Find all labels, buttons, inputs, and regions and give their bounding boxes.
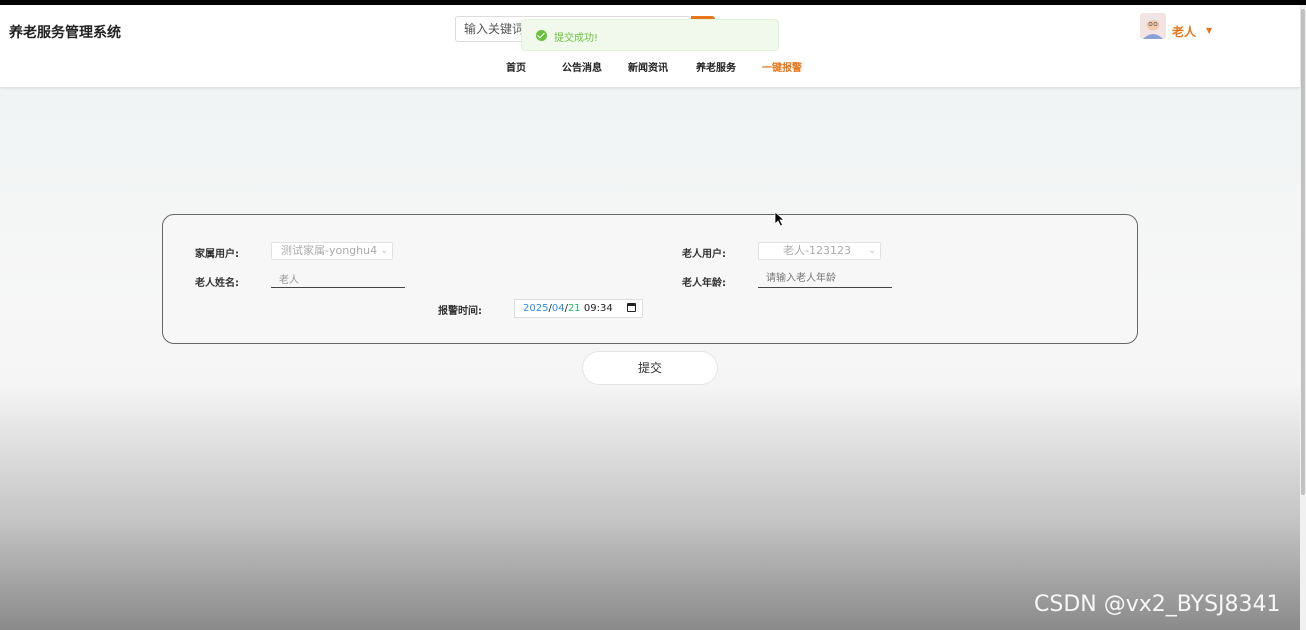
watermark: CSDN @vx2_BYSJ8341 xyxy=(1034,592,1281,617)
alarm-day[interactable]: 21 xyxy=(568,303,581,314)
alarm-year[interactable]: 2025 xyxy=(523,303,548,314)
submit-button[interactable]: 提交 xyxy=(582,351,718,385)
nav-item-news[interactable]: 新闻资讯 xyxy=(628,59,668,74)
family-user-value: 测试家属-yonghu4 xyxy=(281,244,378,257)
page-scrollbar[interactable] xyxy=(1300,5,1306,630)
main-nav: 首页 公告消息 新闻资讯 养老服务 一键报警 xyxy=(0,59,1300,79)
user-name[interactable]: 老人 xyxy=(1172,23,1196,40)
mouse-pointer-icon xyxy=(774,211,786,227)
alarm-month[interactable]: 04 xyxy=(552,303,565,314)
scrollbar-thumb[interactable] xyxy=(1301,9,1305,495)
nav-item-elderly-services[interactable]: 养老服务 xyxy=(696,59,736,74)
family-user-select[interactable]: 测试家属-yonghu4 ⌄ xyxy=(271,242,393,260)
nav-item-home[interactable]: 首页 xyxy=(506,59,526,74)
calendar-icon[interactable] xyxy=(627,303,636,312)
alarm-form: 家属用户: 测试家属-yonghu4 ⌄ 老人用户: 老人-123123 ⌄ 老… xyxy=(162,214,1138,344)
nav-item-announcements[interactable]: 公告消息 xyxy=(562,59,602,74)
elder-user-label: 老人用户: xyxy=(682,249,726,260)
elder-user-value: 老人-123123 xyxy=(783,244,851,257)
elderly-avatar-icon[interactable] xyxy=(1140,13,1166,39)
site-title: 养老服务管理系统 xyxy=(9,25,121,41)
alarm-clock-time[interactable]: 09:34 xyxy=(584,303,613,314)
elder-age-label: 老人年龄: xyxy=(682,278,726,289)
elder-name-input[interactable] xyxy=(271,270,405,288)
success-toast: 提交成功! xyxy=(521,19,779,51)
elder-name-label: 老人姓名: xyxy=(195,278,239,289)
chevron-down-icon: ⌄ xyxy=(380,246,388,256)
family-user-label: 家属用户: xyxy=(195,249,239,260)
chevron-down-icon: ⌄ xyxy=(868,246,876,256)
nav-item-emergency-alarm[interactable]: 一键报警 xyxy=(762,59,802,74)
alarm-time-label: 报警时间: xyxy=(438,306,482,317)
elder-user-select[interactable]: 老人-123123 ⌄ xyxy=(758,242,881,260)
success-check-icon xyxy=(536,30,547,41)
caret-down-icon[interactable]: ▼ xyxy=(1206,26,1212,35)
toast-message: 提交成功! xyxy=(554,33,599,44)
elder-age-input[interactable] xyxy=(758,270,892,288)
alarm-time-input[interactable]: 2025/04/21 09:34 xyxy=(514,299,643,318)
